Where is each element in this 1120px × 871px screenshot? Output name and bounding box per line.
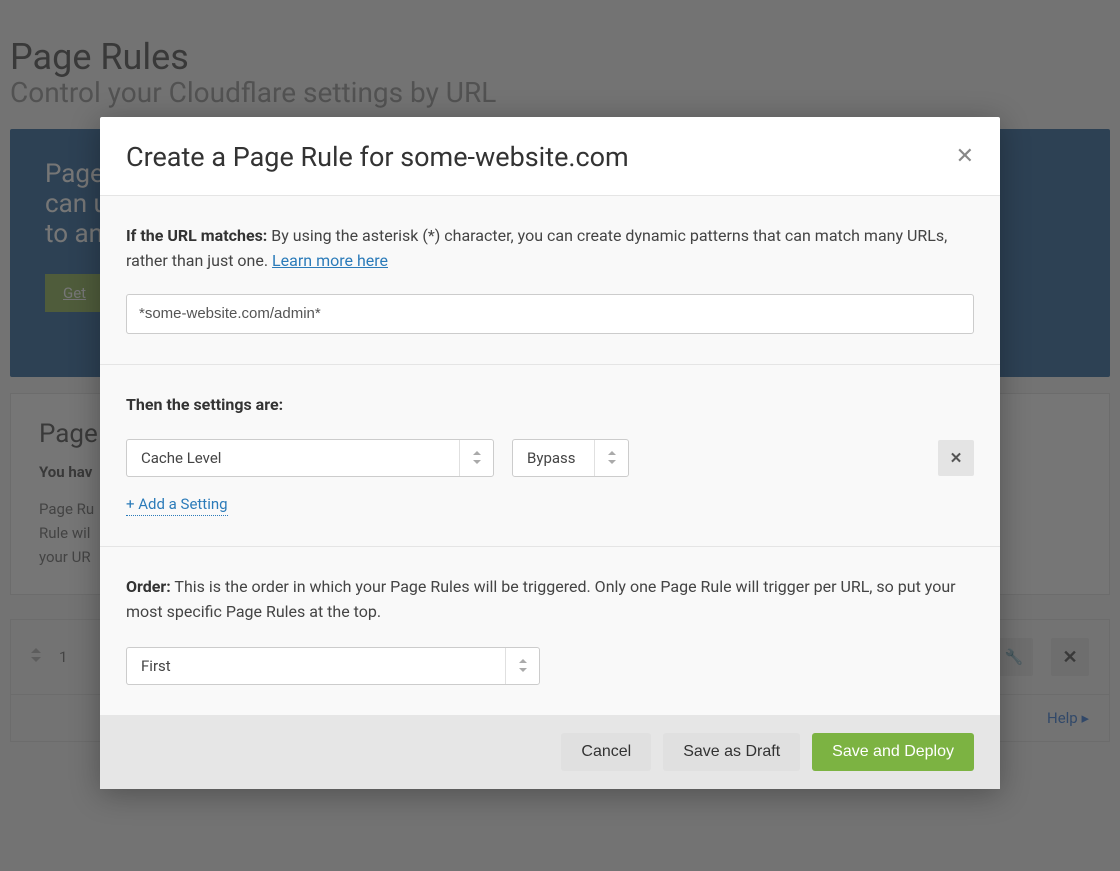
setting-name-value: Cache Level (127, 449, 459, 467)
url-match-section: If the URL matches: By using the asteris… (100, 195, 1000, 364)
close-icon: ✕ (956, 144, 974, 169)
cancel-button[interactable]: Cancel (561, 733, 651, 771)
close-icon: ✕ (950, 449, 963, 467)
order-section: Order: This is the order in which your P… (100, 546, 1000, 715)
setting-value-value: Bypass (513, 449, 594, 467)
modal-header: Create a Page Rule for some-website.com … (100, 117, 1000, 195)
setting-row: Cache Level Bypass ✕ (126, 439, 974, 477)
url-match-description: If the URL matches: By using the asteris… (126, 224, 974, 274)
select-caret-icon (505, 648, 539, 684)
setting-name-select[interactable]: Cache Level (126, 439, 494, 477)
learn-more-link[interactable]: Learn more here (272, 251, 388, 270)
select-caret-icon (594, 440, 628, 476)
add-setting-link[interactable]: + Add a Setting (126, 495, 228, 516)
modal-footer: Cancel Save as Draft Save and Deploy (100, 715, 1000, 789)
modal-close-button[interactable]: ✕ (956, 146, 974, 168)
order-label: Order: (126, 577, 171, 596)
remove-setting-button[interactable]: ✕ (938, 440, 974, 476)
select-caret-icon (459, 440, 493, 476)
url-pattern-input[interactable] (126, 294, 974, 334)
save-draft-button[interactable]: Save as Draft (663, 733, 800, 771)
settings-section: Then the settings are: Cache Level Bypas… (100, 364, 1000, 547)
modal-title: Create a Page Rule for some-website.com (126, 141, 629, 173)
create-page-rule-modal: Create a Page Rule for some-website.com … (100, 117, 1000, 789)
setting-value-select[interactable]: Bypass (512, 439, 629, 477)
order-value: First (127, 657, 505, 675)
order-select[interactable]: First (126, 647, 540, 685)
order-description: Order: This is the order in which your P… (126, 575, 974, 625)
settings-label: Then the settings are: (126, 395, 283, 414)
save-deploy-button[interactable]: Save and Deploy (812, 733, 974, 771)
url-match-label: If the URL matches: (126, 226, 267, 245)
